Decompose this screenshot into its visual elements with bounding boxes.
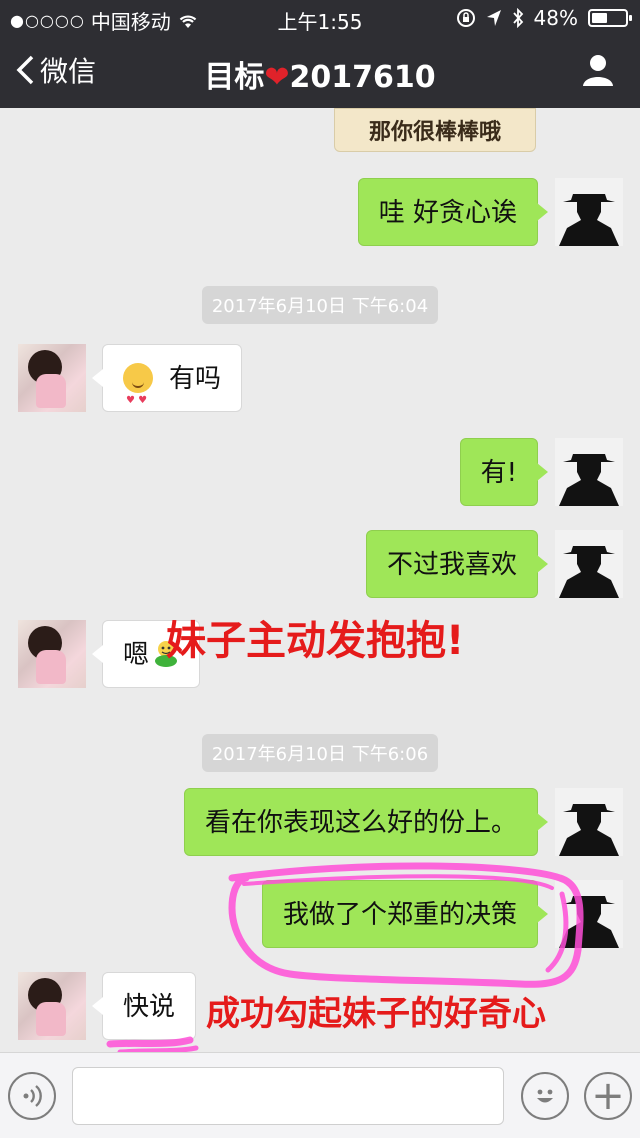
annotation-hug: 妹子主动发抱抱! [166,618,465,664]
voice-button[interactable] [8,1072,56,1120]
heart-eyes-emoji [123,362,153,435]
message-bubble-received[interactable]: 快说 [91,972,197,1040]
input-bar: + [0,1052,640,1138]
person-icon[interactable] [580,52,616,88]
avatar-self[interactable] [555,178,623,246]
avatar-self[interactable] [555,438,623,506]
emoji-icon [537,1089,553,1103]
annotation-curiosity: 成功勾起妹子的好奇心 [206,994,546,1034]
chat-area[interactable]: 那你很棒棒哦 哇 好贪心诶 2017年6月10日 下午6:04 有吗 有! 不过… [0,108,640,1052]
battery-icon [588,9,632,27]
top-bar: ●○○○○ 中国移动 上午1:55 48% 微信 目标❤2017610 [0,0,640,108]
avatar-self[interactable] [555,880,623,948]
message-bubble-sent[interactable]: 哇 好贪心诶 [357,178,549,246]
avatar-self[interactable] [555,530,623,598]
plus-button[interactable]: + [584,1072,632,1120]
location-icon [486,10,501,26]
battery-percent: 48% [533,6,578,30]
rotation-lock-icon [456,9,475,27]
message-bubble-sent[interactable]: 不过我喜欢 [365,530,549,598]
message-bubble-sent[interactable]: 我做了个郑重的决策 [261,880,549,948]
plus-icon: + [591,1073,625,1119]
timestamp: 2017年6月10日 下午6:06 [0,734,640,772]
status-bar: ●○○○○ 中国移动 上午1:55 48% [0,0,640,36]
chat-title: 目标❤2017610 [204,60,436,95]
message-bubble-received[interactable]: 有吗 [91,344,243,435]
nav-bar: 微信 目标❤2017610 [0,36,640,108]
avatar-contact[interactable] [18,972,86,1040]
avatar-self[interactable] [555,788,623,856]
emoji-button[interactable] [521,1072,569,1120]
sticker-image[interactable]: 那你很棒棒哦 [334,108,536,152]
message-input[interactable] [72,1067,504,1125]
heart-icon: ❤ [264,60,290,95]
avatar-contact[interactable] [18,344,86,412]
bluetooth-icon [512,8,523,28]
avatar-contact[interactable] [18,620,86,688]
voice-icon [23,1085,42,1107]
timestamp: 2017年6月10日 下午6:04 [0,286,640,324]
message-bubble-sent[interactable]: 有! [459,438,549,506]
message-bubble-sent[interactable]: 看在你表现这么好的份上。 [183,788,549,856]
